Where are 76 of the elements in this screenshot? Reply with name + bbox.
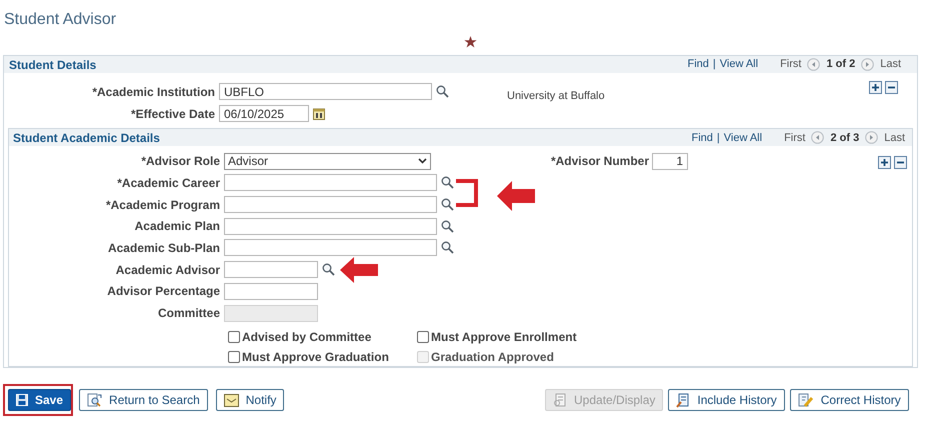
- checkbox-label: Must Approve Enrollment: [431, 328, 577, 346]
- section-title: Student Details: [9, 56, 96, 74]
- field-label: *Academic Career: [116, 174, 221, 192]
- field-label: *Academic Institution: [91, 84, 216, 101]
- input-field[interactable]: [224, 282, 318, 300]
- save-button[interactable]: Save: [8, 389, 72, 411]
- section-title: Student Academic Details: [13, 130, 160, 147]
- field-label: Committee: [156, 305, 221, 322]
- last-link[interactable]: Last: [880, 56, 901, 73]
- advisor-number-field[interactable]: 1: [652, 152, 688, 170]
- toolbar-button[interactable]: Include History: [668, 389, 785, 411]
- search-page-icon: [87, 392, 102, 408]
- field-label: *Academic Program: [104, 196, 221, 214]
- last-link[interactable]: Last: [884, 130, 905, 146]
- lookup-field[interactable]: [224, 261, 318, 278]
- field-label: *Advisor Number: [550, 153, 650, 170]
- view-all-link[interactable]: View All: [724, 130, 762, 146]
- add-row-icon[interactable]: [878, 156, 891, 170]
- highlight-frame: [3, 384, 73, 416]
- checkbox[interactable]: [228, 350, 240, 363]
- lookup-field[interactable]: UBFLO: [219, 83, 432, 100]
- envelope-icon: [224, 394, 239, 406]
- toolbar-button[interactable]: Return to Search: [79, 389, 208, 411]
- search-icon[interactable]: [441, 176, 454, 190]
- row-counter: 2 of 3: [830, 130, 860, 146]
- search-icon[interactable]: [436, 85, 449, 98]
- checkbox-label: Advised by Committee: [242, 328, 372, 346]
- institution-description: University at Buffalo: [507, 88, 605, 104]
- pointer-arrow: [340, 257, 378, 283]
- field-label: Advisor Percentage: [106, 283, 221, 300]
- search-icon[interactable]: [441, 220, 454, 233]
- chevron-down-icon: [418, 158, 427, 164]
- delete-row-icon[interactable]: [885, 81, 898, 94]
- add-row-icon[interactable]: [869, 81, 882, 94]
- field-label: Academic Plan: [134, 218, 221, 236]
- find-link[interactable]: Find: [691, 130, 713, 146]
- view-all-link[interactable]: View All: [720, 56, 758, 73]
- search-icon[interactable]: [322, 263, 335, 276]
- page-title: Student Advisor: [4, 10, 116, 30]
- find-link[interactable]: Find: [687, 56, 709, 73]
- next-icon[interactable]: [865, 131, 878, 144]
- pencil-icon: [798, 392, 814, 408]
- row-counter: 1 of 2: [826, 57, 856, 72]
- star-icon: [464, 36, 477, 48]
- lookup-field[interactable]: [224, 196, 437, 214]
- calendar-icon[interactable]: [313, 108, 325, 120]
- bracket-mark: [456, 179, 480, 207]
- separator: |: [716, 130, 720, 146]
- save-icon: [16, 394, 28, 406]
- toolbar-button[interactable]: Notify: [216, 389, 284, 411]
- toolbar-button[interactable]: Correct History: [790, 389, 909, 411]
- first-link[interactable]: First: [784, 130, 806, 146]
- pointer-arrow: [497, 181, 535, 211]
- advisor-role-dropdown[interactable]: Advisor: [224, 152, 431, 170]
- previous-icon[interactable]: [807, 58, 820, 71]
- first-link[interactable]: First: [780, 56, 802, 73]
- search-icon[interactable]: [441, 198, 454, 212]
- separator: |: [712, 57, 716, 72]
- date-field[interactable]: 06/10/2025: [219, 105, 309, 122]
- lookup-field[interactable]: [224, 174, 437, 192]
- checkbox-label: Graduation Approved: [431, 348, 554, 366]
- field-label: *Advisor Role: [140, 153, 221, 170]
- document-icon: [553, 393, 567, 407]
- checkbox[interactable]: [417, 330, 429, 343]
- checkbox[interactable]: [228, 330, 240, 343]
- field-label: *Effective Date: [130, 106, 216, 123]
- previous-icon[interactable]: [811, 131, 824, 144]
- field-label: Academic Sub-Plan: [106, 240, 221, 257]
- checkbox-label: Must Approve Graduation: [242, 348, 389, 366]
- delete-row-icon[interactable]: [894, 156, 907, 170]
- search-icon[interactable]: [441, 241, 454, 254]
- document-icon: [676, 392, 690, 408]
- next-icon[interactable]: [861, 58, 874, 71]
- lookup-field[interactable]: [224, 218, 437, 235]
- field-label: Academic Advisor: [114, 262, 221, 279]
- lookup-field[interactable]: [224, 239, 437, 256]
